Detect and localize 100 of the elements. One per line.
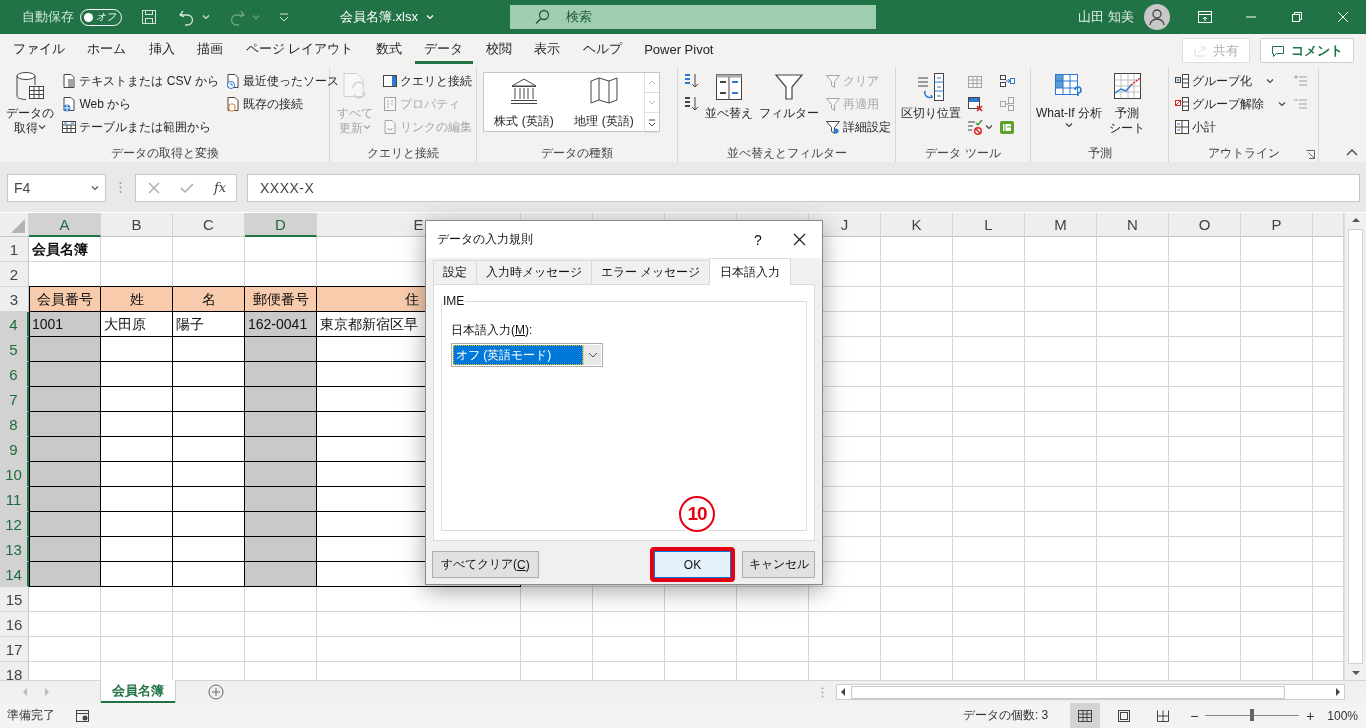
table-cell <box>101 637 173 662</box>
row-header[interactable]: 8 <box>0 412 29 437</box>
ribbon-button[interactable]: 小計 <box>1172 116 1288 138</box>
zoom-slider-thumb[interactable] <box>1250 709 1255 721</box>
row-header[interactable]: 15 <box>0 587 29 612</box>
cancel-icon[interactable] <box>148 181 160 194</box>
row-header[interactable]: 11 <box>0 487 29 512</box>
ribbon-button[interactable]: 並べ替え <box>703 70 755 122</box>
scroll-thumb[interactable] <box>851 685 1285 699</box>
ribbon-button[interactable]: 区切り位置 <box>899 70 963 122</box>
sheet-tab[interactable]: 会員名簿 <box>101 680 175 703</box>
column-header[interactable]: D <box>245 213 317 237</box>
row-header[interactable]: 4 <box>0 312 29 337</box>
row-header[interactable]: 14 <box>0 562 29 587</box>
column-header[interactable]: P <box>1241 213 1313 237</box>
avatar-icon[interactable] <box>1144 4 1170 30</box>
column-header[interactable]: C <box>173 213 245 237</box>
ribbon-button[interactable]: テキストまたは CSV から <box>59 70 221 92</box>
funnel-icon <box>773 71 805 103</box>
collapse-ribbon-icon[interactable] <box>1346 148 1358 156</box>
formula-field[interactable]: XXXX-X <box>247 173 1360 202</box>
row-header[interactable]: 7 <box>0 387 29 412</box>
ribbon-button[interactable]: クエリと接続 <box>379 70 474 92</box>
table-cell <box>665 637 737 662</box>
row-header[interactable]: 16 <box>0 612 29 637</box>
insert-function-button[interactable]: fx <box>214 180 227 195</box>
dialog-tab[interactable]: 日本語入力 <box>709 258 792 285</box>
row-header[interactable]: 5 <box>0 337 29 362</box>
ribbon-button[interactable]: 予測シート <box>1106 70 1149 137</box>
scroll-thumb[interactable] <box>1348 229 1363 664</box>
column-header[interactable]: M <box>1025 213 1097 237</box>
ribbon-button[interactable]: Web から <box>59 93 221 115</box>
ribbon-button[interactable]: 詳細設定 <box>823 116 893 138</box>
table-cell <box>1097 237 1169 262</box>
search-icon <box>534 9 550 25</box>
caret-icon[interactable] <box>426 13 434 21</box>
document-icon <box>381 119 398 135</box>
ribbon-button[interactable]: 最近使ったソース <box>222 70 341 92</box>
ribbon-display-icon[interactable] <box>1197 10 1213 24</box>
row-header[interactable]: 9 <box>0 437 29 462</box>
caret-icon[interactable] <box>91 183 99 192</box>
row-header[interactable]: 6 <box>0 362 29 387</box>
table-cell <box>1169 637 1241 662</box>
column-header[interactable]: K <box>881 213 953 237</box>
ribbon-button[interactable]: フィルター <box>757 70 821 122</box>
ribbon-button[interactable]: What-If 分析 <box>1034 70 1104 133</box>
comment-button[interactable]: コメント <box>1260 38 1354 63</box>
ribbon-button[interactable]: データの取得 <box>3 70 58 137</box>
close-icon[interactable] <box>792 233 806 246</box>
row-header[interactable]: 10 <box>0 462 29 487</box>
save-icon[interactable] <box>140 8 158 26</box>
ribbon-button[interactable]: グループ解除 <box>1172 93 1288 115</box>
view-button[interactable] <box>1070 703 1101 728</box>
ribbon-tab[interactable]: ヘルプ <box>573 34 632 64</box>
dialog-launcher-icon[interactable] <box>1306 150 1315 159</box>
row-header[interactable]: 13 <box>0 537 29 562</box>
ribbon-tab[interactable]: 数式 <box>366 34 412 64</box>
ribbon-tab[interactable]: 描画 <box>187 34 233 64</box>
zoom-out-button[interactable]: − <box>1187 707 1202 724</box>
enter-icon[interactable] <box>180 181 194 194</box>
ribbon-button[interactable]: グループ化 <box>1172 70 1288 92</box>
help-button[interactable]: ? <box>740 231 776 248</box>
row-header[interactable]: 12 <box>0 512 29 537</box>
row-header[interactable]: 18 <box>0 662 29 680</box>
restore-icon[interactable] <box>1291 11 1303 23</box>
add-sheet-icon[interactable] <box>208 684 224 700</box>
row-header[interactable]: 1 <box>0 237 29 262</box>
ribbon-tab[interactable]: 校閲 <box>476 34 522 64</box>
ribbon-tab[interactable]: ページ レイアウト <box>236 34 363 64</box>
ribbon-button[interactable]: 株式 (英語) <box>484 73 564 131</box>
dialog-tab[interactable]: 設定 <box>433 260 477 284</box>
ribbon-button[interactable]: テーブルまたは範囲から <box>59 116 221 138</box>
ribbon-tab[interactable]: データ <box>414 34 473 64</box>
dialog-button[interactable]: すべてクリア(C) <box>432 551 539 578</box>
zoom-level: 100% <box>1327 708 1358 723</box>
ribbon-tab[interactable]: ファイル <box>3 34 74 64</box>
column-header[interactable]: N <box>1097 213 1169 237</box>
zoom-in-button[interactable]: + <box>1303 707 1318 724</box>
ribbon-tab[interactable]: ホーム <box>77 34 136 64</box>
column-header[interactable]: L <box>953 213 1025 237</box>
column-header[interactable]: O <box>1169 213 1241 237</box>
database-document-icon <box>224 96 241 112</box>
row-header[interactable]: 17 <box>0 637 29 662</box>
customize-icon[interactable] <box>278 11 290 23</box>
row-header[interactable]: 2 <box>0 262 29 287</box>
search-field[interactable]: 検索 <box>510 5 876 29</box>
ime-mode-dropdown[interactable]: オフ (英語モード) <box>451 343 603 367</box>
row-header[interactable]: 3 <box>0 287 29 312</box>
dialog-button[interactable]: キャンセル <box>742 551 815 578</box>
ribbon-tab[interactable]: 挿入 <box>139 34 184 64</box>
ribbon-button[interactable]: 地理 (英語) <box>564 73 644 131</box>
ribbon-tab[interactable]: Power Pivot <box>634 34 723 64</box>
name-box[interactable]: F4 <box>7 173 106 202</box>
ribbon-tab[interactable]: 表示 <box>524 34 570 64</box>
comment-icon <box>1271 43 1285 58</box>
macro-record-icon[interactable] <box>75 708 91 723</box>
column-header[interactable]: A <box>29 213 101 237</box>
undo-icon[interactable] <box>178 8 196 26</box>
dialog-button[interactable]: OK <box>654 551 731 578</box>
column-header[interactable]: B <box>101 213 173 237</box>
